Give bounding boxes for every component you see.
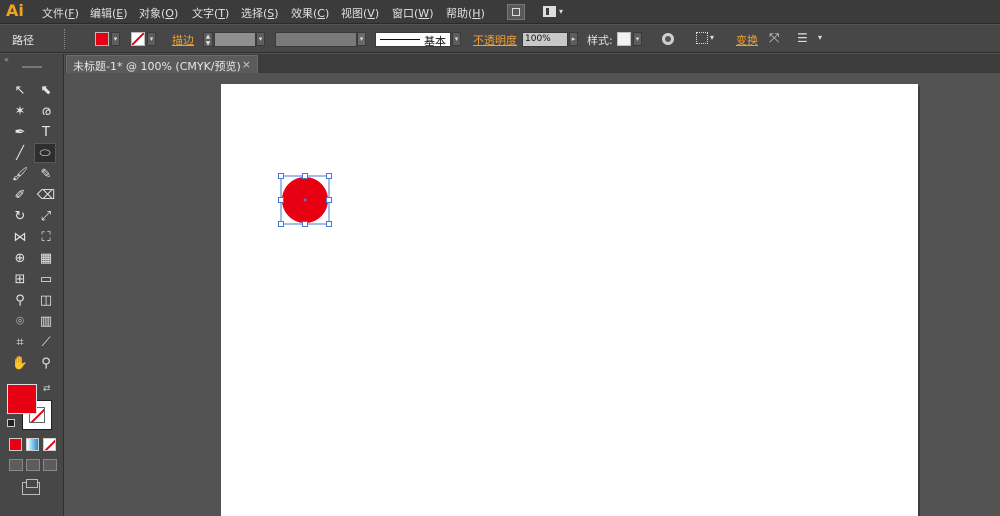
menu-window[interactable]: 窗口(W) — [392, 5, 433, 21]
eyedropper-tool-icon[interactable]: ⚲ — [9, 290, 31, 310]
artboard-tool-icon[interactable]: ⌗ — [9, 332, 31, 352]
graphic-style-dropdown-icon[interactable]: ▾ — [633, 32, 642, 46]
panel-grip[interactable] — [22, 66, 42, 68]
opacity-field[interactable]: 100% — [522, 32, 568, 47]
panel-menu-icon[interactable]: ☰ — [797, 31, 808, 45]
graphic-style-swatch[interactable] — [617, 32, 631, 46]
close-tab-icon[interactable]: × — [242, 58, 251, 71]
arrange-documents-icon[interactable]: ▾ — [542, 4, 568, 20]
blob-brush-tool-icon[interactable]: ✐ — [9, 185, 31, 205]
menu-type[interactable]: 文字(T) — [192, 5, 229, 21]
color-mode-icon[interactable] — [9, 438, 22, 451]
align-icon[interactable] — [696, 32, 708, 44]
fill-dropdown-icon[interactable]: ▾ — [111, 32, 120, 46]
swap-fill-stroke-icon[interactable]: ⇄ — [43, 384, 51, 394]
draw-inside-icon[interactable] — [43, 459, 57, 471]
panel-menu-dropdown-icon[interactable]: ▾ — [818, 33, 822, 42]
control-bar: 路径 ▾ ▾ 描边 ▲ ▼ ▾ ▾ 基本 ▾ 不透明度 100% ▸ 样式: ▾ … — [0, 25, 1000, 53]
menu-view[interactable]: 视图(V) — [341, 5, 379, 21]
menu-object[interactable]: 对象(O) — [139, 5, 178, 21]
style-label: 样式: — [587, 34, 613, 47]
fill-color-box[interactable] — [7, 384, 37, 414]
zoom-tool-icon[interactable]: ⚲ — [35, 353, 57, 373]
gradient-tool-icon[interactable]: ▭ — [35, 269, 57, 289]
stroke-weight-stepper[interactable]: ▲ ▼ — [203, 32, 213, 47]
grip-divider — [64, 29, 66, 49]
menu-effect[interactable]: 效果(C) — [291, 5, 329, 21]
free-transform-tool-icon[interactable]: ⛶ — [35, 227, 57, 247]
pencil-tool-icon[interactable]: ✎ — [35, 164, 57, 184]
stroke-panel-link[interactable]: 描边 — [172, 32, 194, 48]
pen-tool-icon[interactable]: ✒ — [9, 122, 31, 142]
draw-normal-icon[interactable] — [9, 459, 23, 471]
document-tab-title: 未标题-1* @ 100% (CMYK/预览) — [73, 60, 241, 73]
variable-width-dropdown-icon[interactable]: ▾ — [357, 32, 366, 46]
brush-profile-label: 基本 — [424, 35, 446, 48]
stroke-dropdown-icon[interactable]: ▾ — [147, 32, 156, 46]
menu-file[interactable]: 文件(F) — [42, 5, 79, 21]
shape-builder-tool-icon[interactable]: ⊕ — [9, 248, 31, 268]
document-tab[interactable]: 未标题-1* @ 100% (CMYK/预览) × — [66, 55, 258, 73]
default-fill-stroke-icon[interactable] — [7, 419, 15, 427]
gradient-mode-icon[interactable] — [26, 438, 39, 451]
transform-panel-link[interactable]: 变换 — [736, 32, 758, 48]
change-screen-mode-icon[interactable] — [22, 479, 40, 495]
isolate-object-icon[interactable]: ⤧ — [769, 31, 779, 46]
tools-panel: « ↖ ⬉ ✶ ര ✒ T ╱ ⬭ 🖌 ✎ ✐ ⌫ ↻ ⤢ ⋈ ⛶ ⊕ ▦ ⊞ … — [0, 54, 64, 516]
none-mode-icon[interactable] — [43, 438, 56, 451]
magic-wand-tool-icon[interactable]: ✶ — [9, 101, 31, 121]
recolor-artwork-icon[interactable] — [662, 33, 674, 45]
align-dropdown-icon[interactable]: ▾ — [710, 33, 714, 42]
opacity-dropdown-icon[interactable]: ▸ — [569, 32, 578, 46]
type-tool-icon[interactable]: T — [35, 122, 57, 142]
menu-select[interactable]: 选择(S) — [241, 5, 279, 21]
perspective-grid-tool-icon[interactable]: ▦ — [35, 248, 57, 268]
object-type-label: 路径 — [12, 34, 34, 47]
mesh-tool-icon[interactable]: ⊞ — [9, 269, 31, 289]
selection-tool-icon[interactable]: ↖ — [9, 80, 31, 100]
scale-tool-icon[interactable]: ⤢ — [35, 206, 57, 226]
menu-help[interactable]: 帮助(H) — [446, 5, 485, 21]
brush-dropdown-icon[interactable]: ▾ — [452, 32, 461, 46]
app-logo: Ai — [6, 1, 24, 20]
direct-selection-tool-icon[interactable]: ⬉ — [35, 80, 57, 100]
artwork-layer — [278, 173, 332, 227]
width-tool-icon[interactable]: ⋈ — [9, 227, 31, 247]
opacity-panel-link[interactable]: 不透明度 — [473, 32, 517, 48]
brush-definition-field[interactable]: 基本 — [375, 32, 451, 48]
eraser-tool-icon[interactable]: ⌫ — [35, 185, 57, 205]
center-point — [303, 198, 307, 202]
stroke-weight-dropdown-icon[interactable]: ▾ — [256, 32, 265, 46]
menu-edit[interactable]: 编辑(E) — [90, 5, 128, 21]
stroke-color-swatch[interactable] — [131, 32, 145, 46]
rotate-tool-icon[interactable]: ↻ — [9, 206, 31, 226]
hand-tool-icon[interactable]: ✋ — [9, 353, 31, 373]
symbol-sprayer-tool-icon[interactable]: ⌾ — [9, 311, 31, 331]
draw-behind-icon[interactable] — [26, 459, 40, 471]
blend-tool-icon[interactable]: ◫ — [35, 290, 57, 310]
fill-color-swatch[interactable] — [95, 32, 109, 46]
paintbrush-tool-icon[interactable]: 🖌 — [9, 164, 31, 184]
bridge-icon[interactable] — [507, 4, 525, 20]
line-tool-icon[interactable]: ╱ — [9, 143, 31, 163]
stroke-weight-field[interactable] — [214, 32, 256, 47]
column-graph-tool-icon[interactable]: ▥ — [35, 311, 57, 331]
artboard[interactable] — [221, 84, 918, 516]
collapse-panel-icon[interactable]: « — [4, 55, 9, 64]
variable-width-profile[interactable] — [275, 32, 357, 47]
slice-tool-icon[interactable]: ⟋ — [35, 332, 57, 352]
ellipse-tool-icon[interactable]: ⬭ — [34, 143, 56, 163]
lasso-tool-icon[interactable]: ര — [35, 101, 57, 121]
menu-bar: Ai 文件(F) 编辑(E) 对象(O) 文字(T) 选择(S) 效果(C) 视… — [0, 0, 1000, 24]
